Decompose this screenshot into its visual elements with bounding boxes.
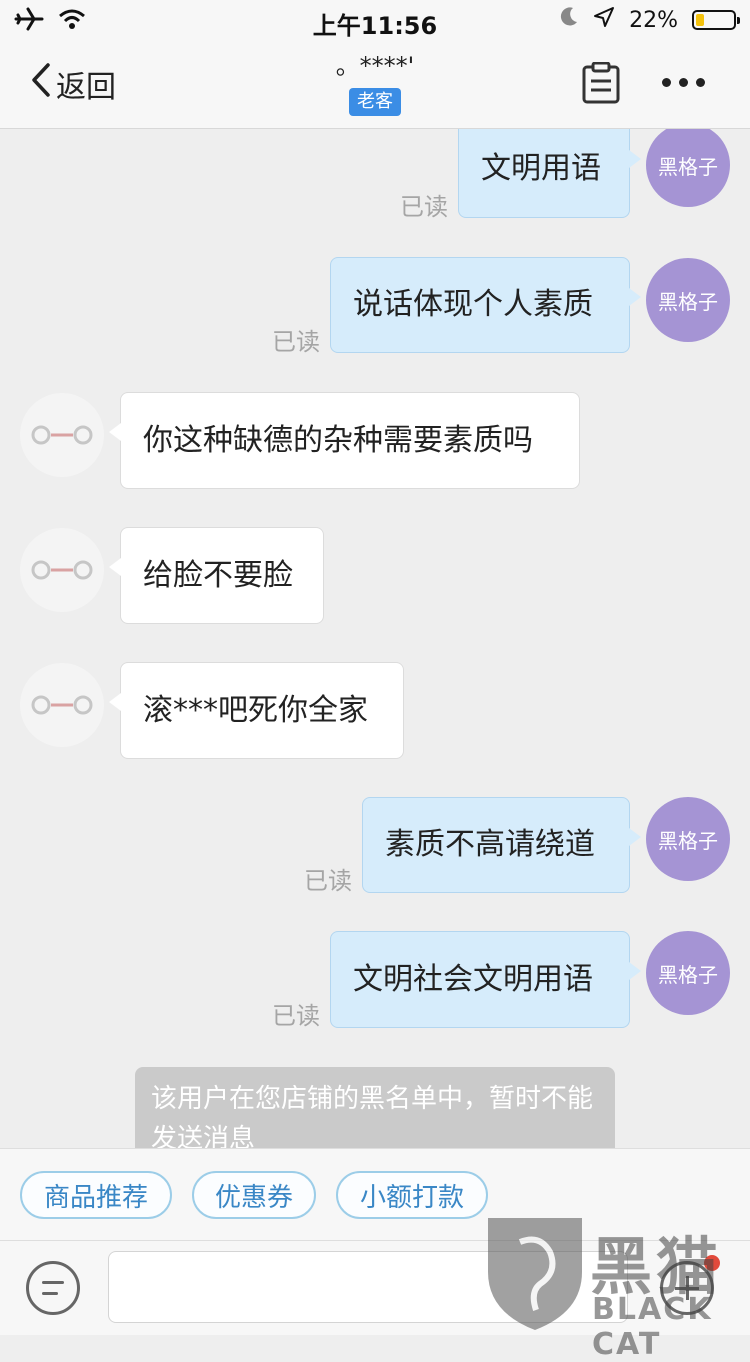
read-status: 已读: [304, 867, 352, 895]
read-status: 已读: [272, 328, 320, 356]
notification-dot: [704, 1255, 720, 1271]
message-bubble-in[interactable]: 给脸不要脸: [109, 527, 324, 624]
chat-area: 已读 文明用语 黑格子 已读 说话体现个人素质 黑格子 你这种缺德的杂种需要素质…: [0, 129, 750, 1149]
product-recommend-button[interactable]: 商品推荐: [20, 1171, 172, 1219]
read-status: 已读: [272, 1002, 320, 1030]
emoji-icon[interactable]: [26, 1261, 80, 1315]
message-input[interactable]: [108, 1251, 628, 1323]
location-icon: [593, 6, 615, 34]
avatar[interactable]: [20, 528, 104, 612]
battery-icon: [692, 10, 740, 30]
nav-bar: 返回 。****' 老客: [0, 40, 750, 129]
avatar[interactable]: [20, 663, 104, 747]
message-bubble-out[interactable]: 说话体现个人素质: [330, 257, 641, 353]
customer-badge: 老客: [349, 88, 401, 116]
more-icon[interactable]: [662, 78, 705, 87]
avatar[interactable]: 黑格子: [646, 797, 730, 881]
battery-percent: 22%: [629, 7, 678, 33]
blurred-avatar-icon: [31, 560, 93, 580]
clipboard-icon[interactable]: [582, 61, 620, 108]
battery-fill: [696, 14, 704, 26]
avatar[interactable]: [20, 393, 104, 477]
page-title: 。****': [335, 52, 415, 80]
small-payment-button[interactable]: 小额打款: [336, 1171, 488, 1219]
read-status: 已读: [400, 193, 448, 221]
blurred-avatar-icon: [31, 425, 93, 445]
message-bubble-out[interactable]: 文明用语: [458, 129, 641, 218]
status-right: 22%: [559, 6, 740, 34]
message-bubble-out[interactable]: 素质不高请绕道: [362, 797, 641, 893]
avatar[interactable]: 黑格子: [646, 931, 730, 1015]
quick-actions-bar: 商品推荐 优惠券 小额打款: [0, 1148, 750, 1241]
coupon-button[interactable]: 优惠券: [192, 1171, 316, 1219]
message-bubble-out[interactable]: 文明社会文明用语: [330, 931, 641, 1028]
message-bubble-in[interactable]: 你这种缺德的杂种需要素质吗: [109, 392, 580, 489]
system-notice: 该用户在您店铺的黑名单中，暂时不能发送消息: [135, 1067, 615, 1149]
message-bubble-in[interactable]: 滚***吧死你全家: [109, 662, 404, 759]
moon-icon: [559, 6, 579, 34]
blurred-avatar-icon: [31, 695, 93, 715]
avatar[interactable]: 黑格子: [646, 258, 730, 342]
avatar[interactable]: 黑格子: [646, 129, 730, 207]
input-bar: [0, 1240, 750, 1335]
status-bar: 上午11:56 22%: [0, 0, 750, 40]
